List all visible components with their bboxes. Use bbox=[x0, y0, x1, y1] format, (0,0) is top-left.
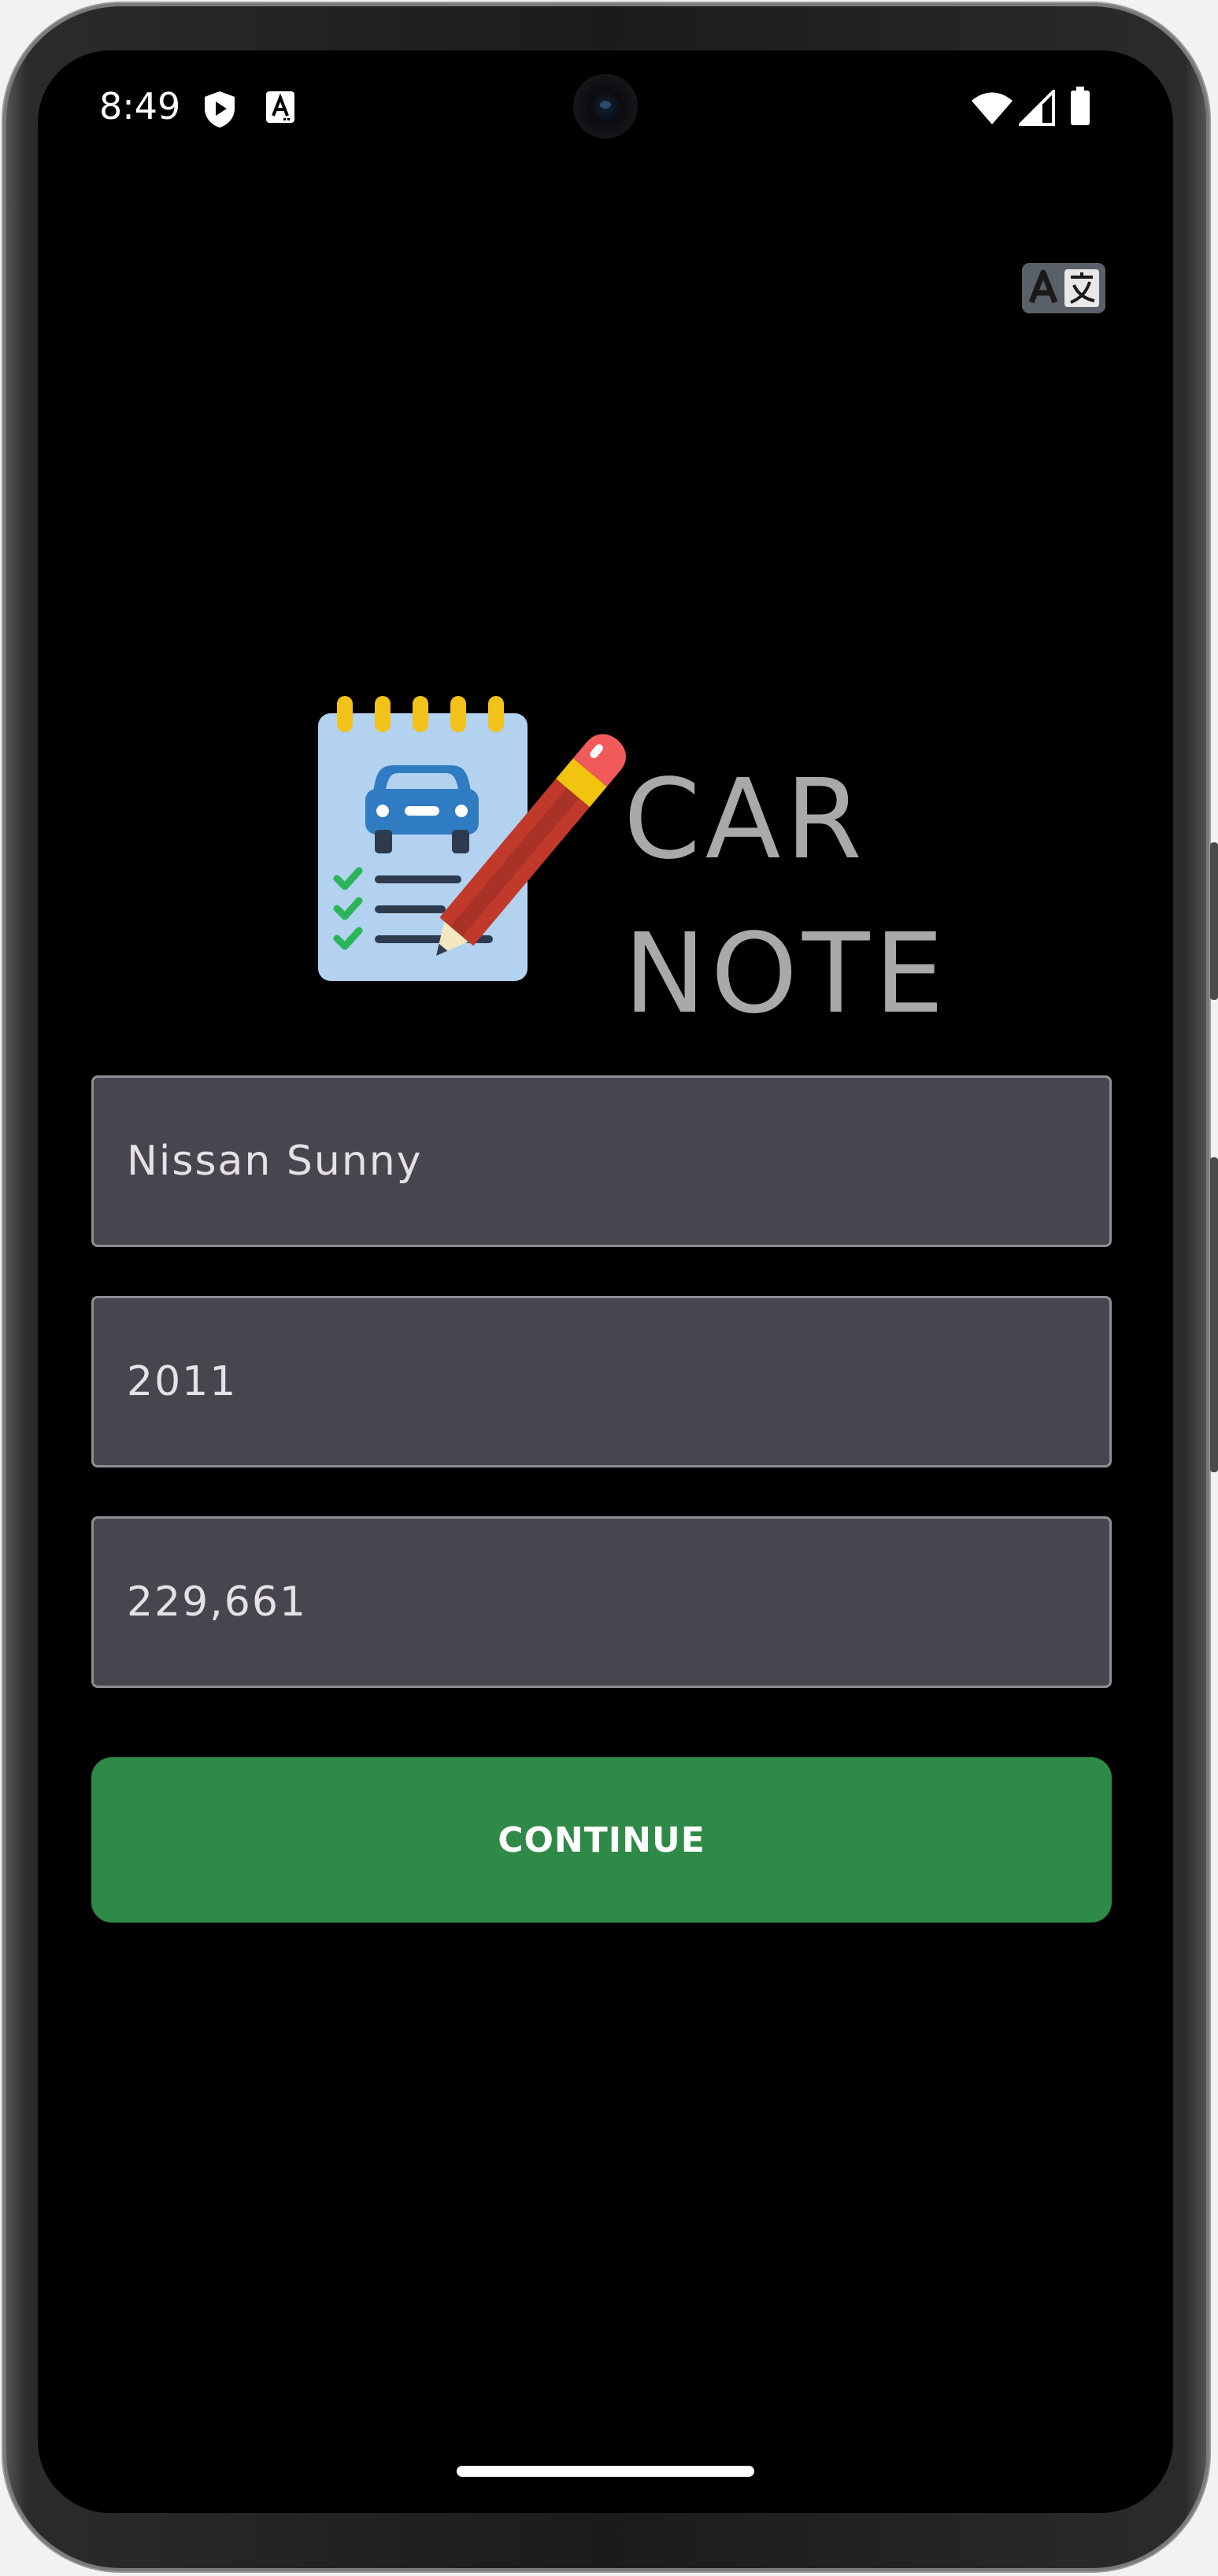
logo-line-note: NOTE bbox=[624, 910, 949, 1038]
continue-label: CONTINUE bbox=[498, 1819, 705, 1860]
car-model-value: Nissan Sunny bbox=[127, 1138, 423, 1185]
year-field[interactable]: 2011 bbox=[91, 1296, 1112, 1468]
translate-button[interactable] bbox=[1022, 263, 1105, 313]
status-bar: 8:49 bbox=[38, 50, 1173, 168]
front-camera bbox=[573, 74, 638, 139]
signal-icon bbox=[1016, 87, 1055, 129]
mileage-value: 229,661 bbox=[127, 1579, 308, 1626]
status-time: 8:49 bbox=[99, 85, 181, 128]
logo-line-car: CAR bbox=[624, 756, 867, 884]
app-logo-title: CAR NOTE bbox=[624, 743, 949, 1052]
screen: 8:49 CAR NOTE Nissan Sunny 2011 229,661 … bbox=[38, 50, 1173, 2513]
shield-play-icon bbox=[202, 90, 238, 132]
year-value: 2011 bbox=[127, 1358, 238, 1405]
phone-frame: 8:49 CAR NOTE Nissan Sunny 2011 229,661 … bbox=[0, 0, 1218, 2576]
text-a-icon bbox=[265, 90, 296, 128]
power-button bbox=[1210, 842, 1218, 1000]
battery-icon bbox=[1069, 87, 1091, 129]
continue-button[interactable]: CONTINUE bbox=[91, 1757, 1112, 1923]
volume-button bbox=[1210, 1157, 1218, 1472]
car-notepad-pencil-icon bbox=[318, 696, 649, 1042]
translate-icon bbox=[1022, 263, 1105, 313]
wifi-icon bbox=[970, 91, 1014, 129]
home-indicator[interactable] bbox=[457, 2466, 754, 2477]
car-model-field[interactable]: Nissan Sunny bbox=[91, 1075, 1112, 1247]
mileage-field[interactable]: 229,661 bbox=[91, 1516, 1112, 1688]
